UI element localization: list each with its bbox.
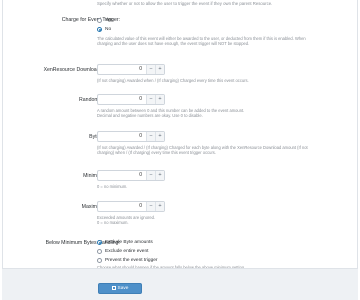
- download-amount-stepper[interactable]: 0 − +: [97, 64, 165, 75]
- maximum-bytes-value[interactable]: 0: [98, 202, 146, 211]
- radio-exclude-bytes[interactable]: Exclude Byte amounts: [97, 239, 153, 246]
- random-addition-help: A random amount between 0 and this numbe…: [97, 108, 244, 119]
- radio-exclude-bytes-label: Exclude Byte amounts: [105, 240, 153, 245]
- charge-trigger-help-line: charging and the user does not have enou…: [97, 41, 250, 47]
- radio-no-label: No: [105, 27, 112, 32]
- random-addition-help-line: Decimal and negative numbers are okay. U…: [97, 113, 203, 119]
- save-button-label: Save: [117, 286, 129, 291]
- minimum-bytes-value[interactable]: 0: [98, 171, 146, 180]
- download-amount-value[interactable]: 0: [98, 65, 146, 74]
- charge-trigger-help: The calculated value of this event will …: [97, 36, 306, 47]
- save-button[interactable]: Save: [98, 283, 142, 294]
- increment-button[interactable]: +: [155, 202, 164, 211]
- byte-amount-value[interactable]: 0: [98, 132, 146, 141]
- byte-amount-help-line: charging) when / (If charging) every tim…: [97, 150, 216, 156]
- radio-yes[interactable]: Yes: [97, 17, 113, 24]
- radio-no[interactable]: No: [97, 26, 111, 33]
- byte-amount-stepper[interactable]: 0 − +: [97, 131, 165, 142]
- radio-exclude-event-label: Exclude entire event: [105, 249, 149, 254]
- radio-prevent-trigger-label: Prevent the event trigger: [105, 258, 158, 263]
- maximum-bytes-help-line: 0 = no maximum.: [97, 220, 129, 226]
- radio-no-circle[interactable]: [97, 27, 102, 32]
- radio-exclude-bytes-circle[interactable]: [97, 240, 102, 245]
- top-help-text: Specify whether or not to allow the user…: [97, 1, 273, 6]
- maximum-bytes-stepper[interactable]: 0 − +: [97, 201, 165, 212]
- increment-button[interactable]: +: [155, 132, 164, 141]
- decrement-button[interactable]: −: [146, 171, 155, 180]
- decrement-button[interactable]: −: [146, 202, 155, 211]
- radio-prevent-trigger-circle[interactable]: [97, 258, 102, 263]
- radio-yes-circle[interactable]: [97, 18, 102, 23]
- random-addition-stepper[interactable]: 0 − +: [97, 94, 165, 105]
- minimum-bytes-stepper[interactable]: 0 − +: [97, 170, 165, 181]
- increment-button[interactable]: +: [155, 171, 164, 180]
- save-icon: [111, 285, 116, 290]
- download-amount-help: (If not charging) Awarded when / (If cha…: [97, 78, 249, 83]
- maximum-bytes-help: Exceeded amounts are ignored. 0 = no max…: [97, 215, 155, 226]
- random-addition-value[interactable]: 0: [98, 95, 146, 104]
- radio-yes-label: Yes: [105, 18, 113, 23]
- decrement-button[interactable]: −: [146, 132, 155, 141]
- radio-prevent-trigger[interactable]: Prevent the event trigger: [97, 257, 158, 264]
- increment-button[interactable]: +: [155, 65, 164, 74]
- radio-exclude-event-circle[interactable]: [97, 249, 102, 254]
- options-page: Specify whether or not to allow the user…: [0, 0, 360, 300]
- byte-amount-help: (If not charging) Awarded / (If charging…: [97, 145, 308, 156]
- form-footer: [2, 268, 358, 300]
- decrement-button[interactable]: −: [146, 65, 155, 74]
- minimum-bytes-help: 0 = no minimum.: [97, 184, 128, 189]
- increment-button[interactable]: +: [155, 95, 164, 104]
- decrement-button[interactable]: −: [146, 95, 155, 104]
- radio-exclude-event[interactable]: Exclude entire event: [97, 248, 148, 255]
